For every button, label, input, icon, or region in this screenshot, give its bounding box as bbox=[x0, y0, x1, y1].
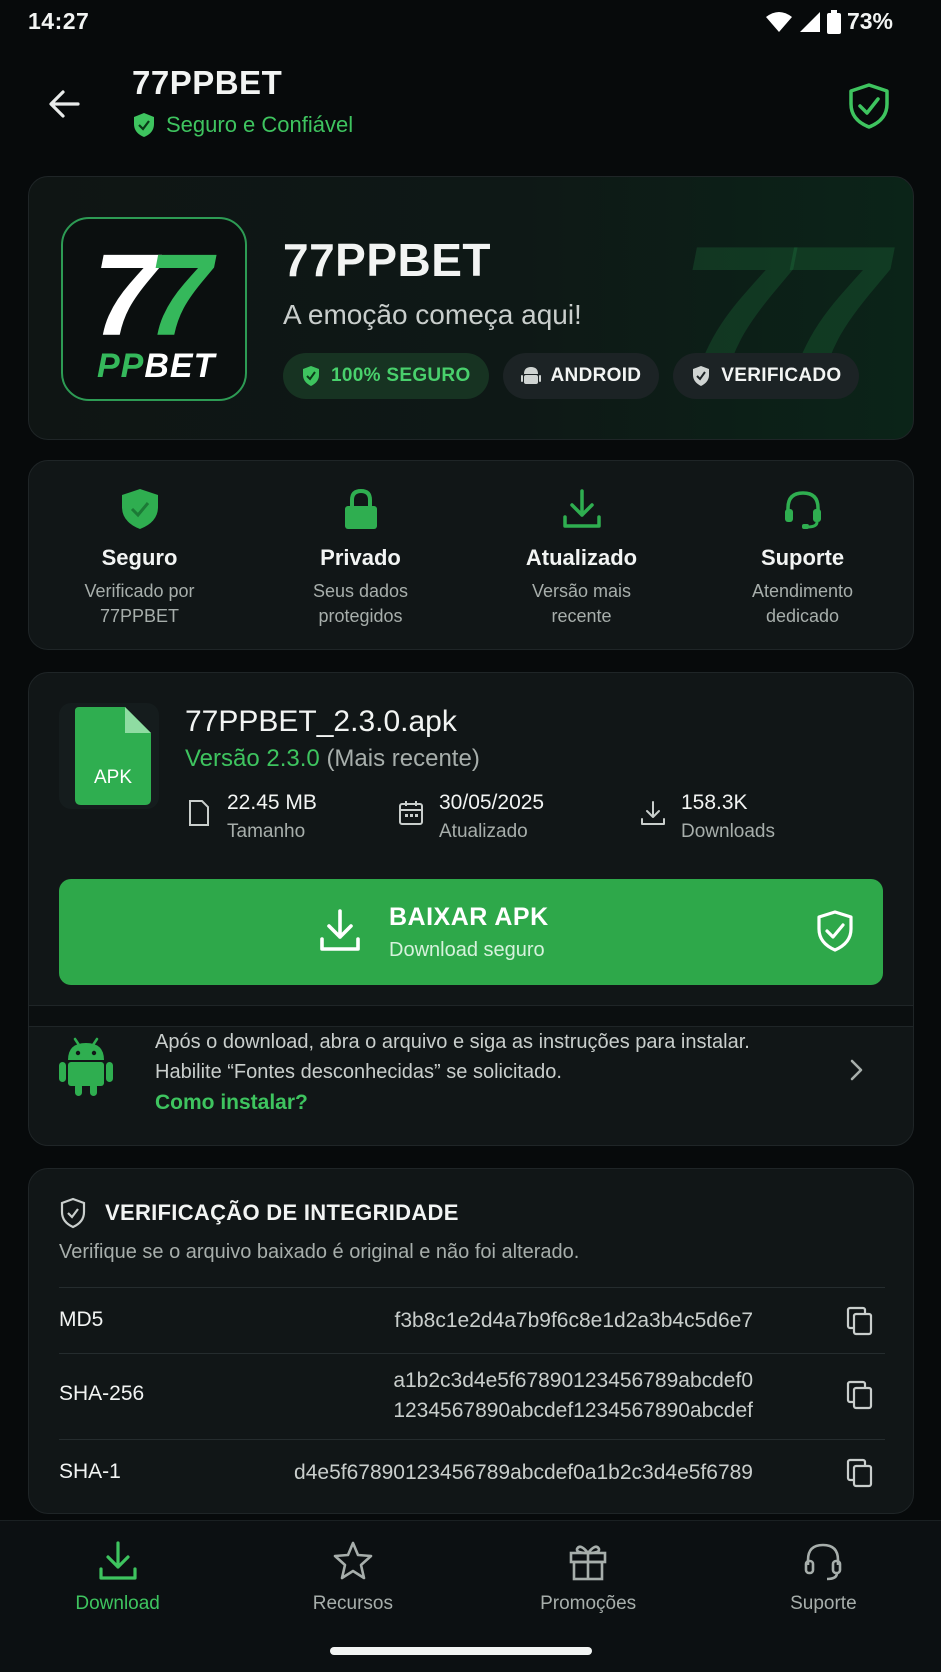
shield-icon bbox=[134, 113, 154, 137]
apk-version-note: (Mais recente) bbox=[326, 745, 480, 772]
app-hero-card: 77 77 PPBET 77PPBET A emoção começa aqui… bbox=[28, 176, 914, 440]
star-icon bbox=[333, 1541, 373, 1580]
wifi-icon bbox=[765, 11, 792, 32]
shield-check-icon bbox=[60, 1197, 86, 1229]
signal-icon bbox=[799, 11, 820, 32]
battery-percent: 73% bbox=[846, 8, 893, 34]
feature-secure: Seguro Verificado por 77PPBET bbox=[29, 461, 250, 649]
hash-label: SHA-1 bbox=[59, 1460, 121, 1483]
apk-download-card: APK 77PPBET_2.3.0.apk Versão 2.3.0 (Mais… bbox=[28, 672, 914, 1146]
status-time: 14:27 bbox=[28, 8, 90, 34]
hash-row-sha256: SHA-256 a1b2c3d4e5f67890123456789abcdef0… bbox=[59, 1353, 885, 1439]
features-card: Seguro Verificado por 77PPBET Privado Se… bbox=[28, 460, 914, 650]
download-button-title: BAIXAR APK bbox=[389, 903, 549, 931]
gift-icon bbox=[569, 1545, 607, 1581]
integrity-title: VERIFICAÇÃO DE INTEGRIDADE bbox=[59, 1197, 459, 1229]
copy-icon[interactable] bbox=[845, 1306, 875, 1336]
download-icon bbox=[320, 909, 360, 951]
badge-verified: VERIFICADO bbox=[673, 353, 860, 399]
download-icon bbox=[562, 489, 601, 528]
feature-desc: Verificado por 77PPBET bbox=[84, 581, 195, 626]
shield-icon bbox=[303, 366, 319, 386]
meta-downloads: 158.3K Downloads bbox=[639, 791, 775, 843]
subtitle-text: Seguro e Confiável bbox=[166, 112, 354, 137]
section-divider bbox=[29, 1005, 913, 1027]
feature-desc: Versão mais recente bbox=[531, 581, 632, 626]
headset-icon bbox=[784, 491, 821, 529]
apk-file-label: APK bbox=[94, 767, 132, 788]
page-title: 77PPBET bbox=[132, 64, 283, 101]
home-indicator[interactable] bbox=[330, 1647, 592, 1655]
meta-date: 30/05/2025 Atualizado bbox=[397, 791, 544, 843]
feature-title: Privado bbox=[320, 545, 401, 570]
logo-bet: BET bbox=[144, 347, 216, 385]
chevron-right-icon[interactable] bbox=[845, 1057, 867, 1083]
integrity-card: VERIFICAÇÃO DE INTEGRIDADE Verifique se … bbox=[28, 1168, 914, 1514]
lock-icon bbox=[344, 488, 377, 529]
feature-private: Privado Seus dados protegidos bbox=[250, 461, 471, 649]
install-instructions: Após o download, abra o arquivo e siga a… bbox=[155, 1031, 750, 1083]
nav-support[interactable]: Suporte bbox=[706, 1521, 941, 1672]
download-icon bbox=[99, 1541, 137, 1580]
how-to-install-link[interactable]: Como instalar? bbox=[155, 1091, 308, 1115]
hash-row-md5: MD5 f3b8c1e2d4a7b9f6c8e1d2a3b4c5d6e7 bbox=[59, 1287, 885, 1353]
hash-value: a1b2c3d4e5f67890123456789abcdef0 1234567… bbox=[393, 1369, 753, 1422]
app-name: 77PPBET bbox=[283, 234, 492, 286]
status-icons: 73% bbox=[765, 8, 893, 35]
copy-icon[interactable] bbox=[845, 1380, 875, 1410]
app-logo: 77 PPBET bbox=[61, 217, 247, 401]
calendar-icon bbox=[399, 801, 423, 825]
meta-size: 22.45 MB Tamanho bbox=[185, 791, 317, 843]
hash-row-sha1: SHA-1 d4e5f67890123456789abcdef0a1b2c3d4… bbox=[59, 1439, 885, 1509]
hash-label: SHA-256 bbox=[59, 1382, 145, 1405]
apk-file-icon: APK bbox=[59, 703, 159, 809]
trust-subtitle: Seguro e Confiável bbox=[132, 112, 353, 138]
download-icon bbox=[641, 801, 665, 825]
android-icon bbox=[520, 367, 541, 384]
badge-android: ANDROID bbox=[502, 353, 660, 399]
android-icon bbox=[59, 1037, 113, 1096]
file-icon bbox=[189, 800, 209, 826]
back-arrow-icon[interactable] bbox=[44, 84, 84, 124]
download-button-subtitle: Download seguro bbox=[389, 939, 545, 961]
feature-title: Atualizado bbox=[525, 545, 638, 570]
shield-check-icon bbox=[121, 489, 158, 529]
hash-value: d4e5f67890123456789abcdef0a1b2c3d4e5f678… bbox=[294, 1461, 753, 1484]
shield-check-icon[interactable] bbox=[847, 82, 891, 130]
nav-download[interactable]: Download bbox=[0, 1521, 235, 1672]
integrity-desc: Verifique se o arquivo baixado é origina… bbox=[59, 1241, 580, 1263]
hash-label: MD5 bbox=[59, 1308, 104, 1331]
logo-number: 77 bbox=[93, 230, 212, 360]
status-bar: 14:27 73% bbox=[0, 0, 941, 46]
apk-filename: 77PPBET_2.3.0.apk bbox=[185, 705, 457, 738]
battery-icon bbox=[826, 9, 841, 34]
shield-check-icon bbox=[693, 366, 710, 386]
feature-title: Suporte bbox=[760, 545, 845, 570]
badge-secure: 100% SEGURO bbox=[283, 353, 489, 399]
feature-desc: Atendimento dedicado bbox=[751, 581, 854, 626]
feature-support: Suporte Atendimento dedicado bbox=[692, 461, 913, 649]
feature-updated: Atualizado Versão mais recente bbox=[471, 461, 692, 649]
shield-check-icon bbox=[817, 910, 853, 952]
app-tagline: A emoção começa aqui! bbox=[283, 299, 582, 330]
apk-version-line: Versão 2.3.0 (Mais recente) bbox=[185, 745, 480, 773]
download-apk-button[interactable]: BAIXAR APK Download seguro bbox=[59, 879, 883, 985]
headset-icon bbox=[805, 1543, 842, 1581]
copy-icon[interactable] bbox=[845, 1458, 875, 1488]
feature-title: Seguro bbox=[101, 545, 178, 570]
logo-wordmark: PPBET bbox=[97, 347, 215, 386]
hash-value: f3b8c1e2d4a7b9f6c8e1d2a3b4c5d6e7 bbox=[394, 1309, 753, 1332]
badge-row: 100% SEGURO ANDROID VERIFICADO bbox=[283, 353, 860, 399]
logo-pp: PP bbox=[97, 347, 145, 385]
apk-version: Versão 2.3.0 bbox=[185, 745, 320, 772]
feature-desc: Seus dados protegidos bbox=[312, 581, 409, 626]
